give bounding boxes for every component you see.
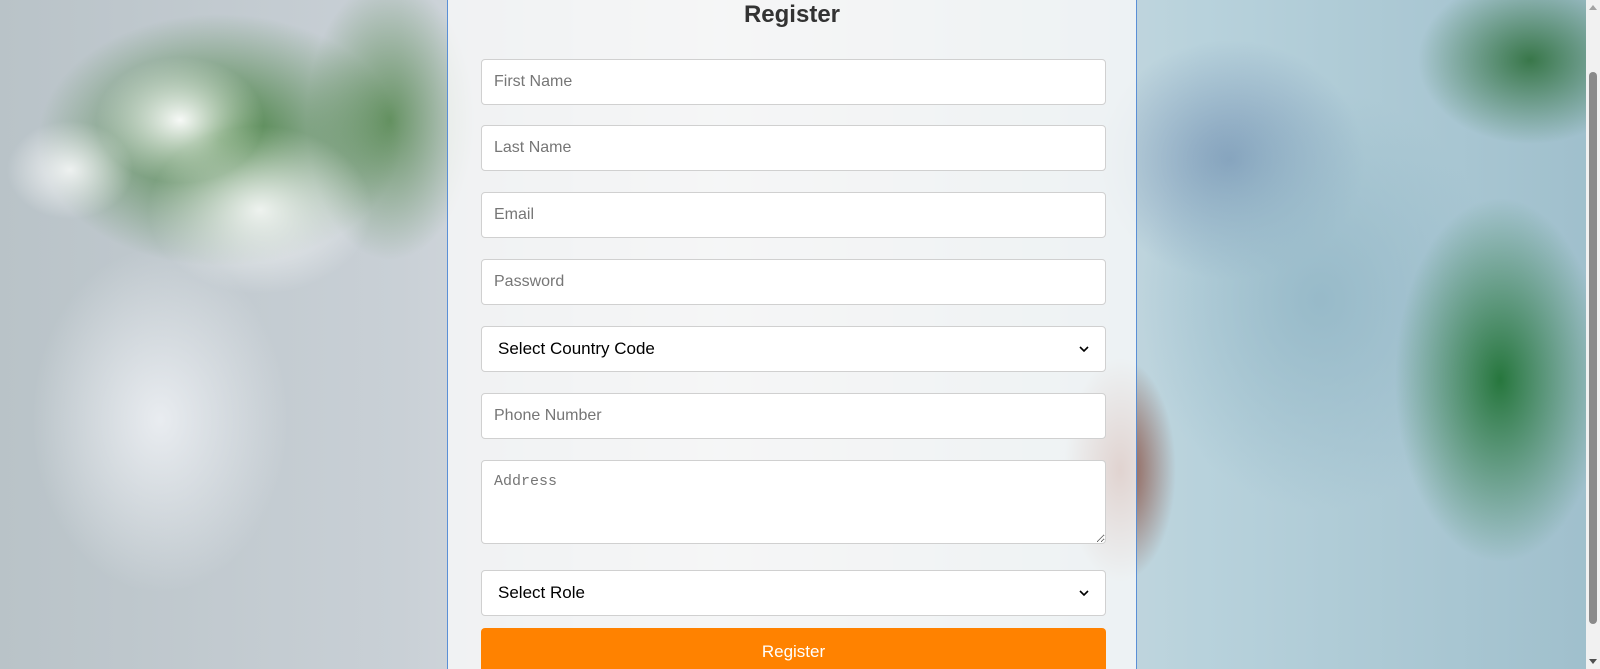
phone-number-input[interactable] (481, 393, 1106, 439)
role-select[interactable]: Select Role (481, 570, 1106, 616)
scroll-up-icon[interactable] (1589, 5, 1597, 10)
scroll-down-icon[interactable] (1589, 659, 1597, 664)
chevron-down-icon (1079, 588, 1089, 598)
email-input[interactable] (481, 192, 1106, 238)
country-code-select-label: Select Country Code (498, 339, 655, 358)
role-select-label: Select Role (498, 583, 585, 602)
register-button[interactable]: Register (481, 628, 1106, 669)
page: Register Select Country Code Select Role… (0, 0, 1600, 669)
first-name-input[interactable] (481, 59, 1106, 105)
page-title: Register (743, 1, 841, 28)
register-form-panel: Register Select Country Code Select Role… (447, 0, 1137, 669)
address-textarea[interactable] (481, 460, 1106, 544)
chevron-down-icon (1079, 344, 1089, 354)
country-code-select[interactable]: Select Country Code (481, 326, 1106, 372)
last-name-input[interactable] (481, 125, 1106, 171)
vertical-scrollbar[interactable] (1586, 0, 1600, 669)
scrollbar-thumb[interactable] (1589, 72, 1597, 624)
password-input[interactable] (481, 259, 1106, 305)
